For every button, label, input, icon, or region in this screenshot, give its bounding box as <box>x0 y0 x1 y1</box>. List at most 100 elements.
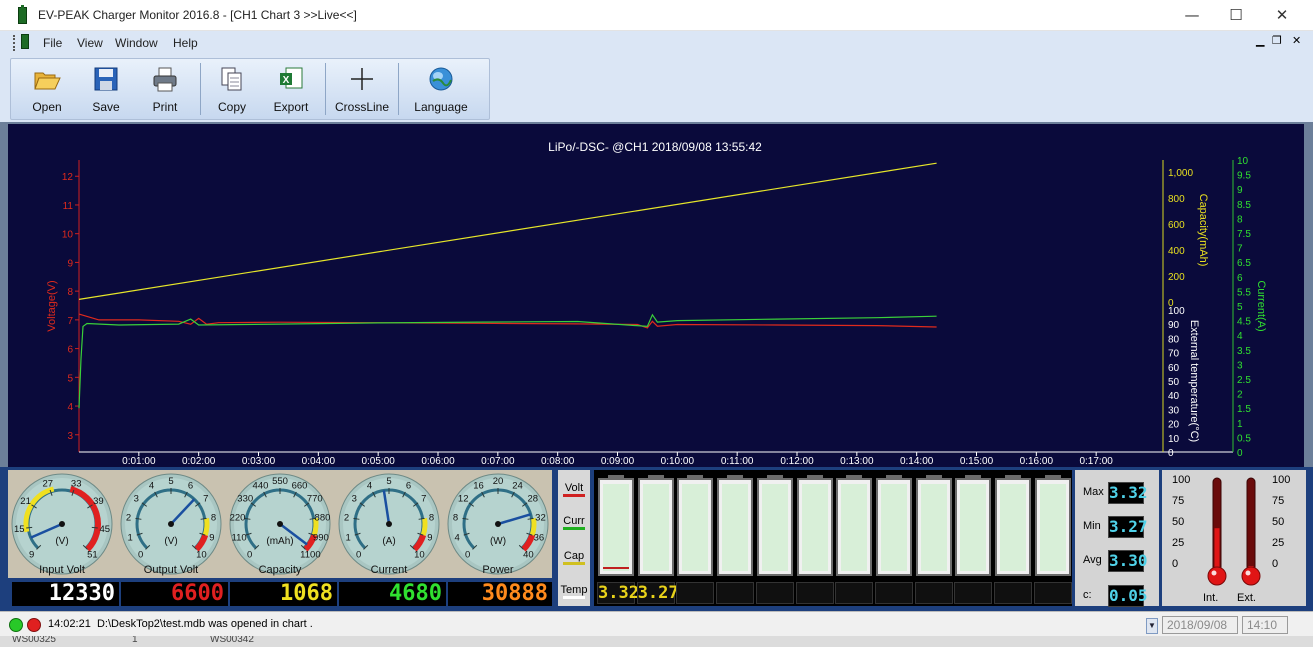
cell-level <box>920 484 947 571</box>
strip-item: WS00342 <box>210 636 254 645</box>
open-button[interactable]: Open <box>17 61 77 117</box>
thermometer-panel: 100 100 75 75 50 50 25 25 0 0 Int. Ext. <box>1162 470 1306 606</box>
gauge-tick-label: 2 <box>126 512 131 523</box>
lcd-readout: 6600 <box>121 582 228 606</box>
save-button[interactable]: Save <box>76 61 136 117</box>
cell-battery-icon <box>598 475 634 576</box>
gauge-tick-label: 40 <box>523 549 534 560</box>
gauge-tick-label: 5 <box>168 476 173 487</box>
legend-label: Cap <box>563 550 585 562</box>
status-dropdown-arrow-icon[interactable]: ▼ <box>1146 618 1158 634</box>
meters-panel: 9 15 21 27 33 39 45 51 (V) Input Volt 0 1 2 3 4 5 6 7 8 9 10… <box>0 467 1313 611</box>
gauge-tick-label: 28 <box>527 494 538 505</box>
gauge-tick-label: 10 <box>414 549 425 560</box>
thermo-right-tick: 100 <box>1272 474 1291 486</box>
thermometer-int-label: Int. <box>1203 592 1219 604</box>
gauge-capacity: 0 110 220 330 440 550 660 770 880 990 1100 (mAh) Cap… <box>226 470 334 578</box>
maximize-button[interactable]: ☐ <box>1214 4 1258 28</box>
cell-level <box>1000 484 1026 571</box>
thermo-left-tick: 25 <box>1172 537 1185 549</box>
cell-battery-icon <box>955 475 992 576</box>
child-minimize-button[interactable]: ▁ <box>1256 34 1264 47</box>
gauge-title: Input Volt <box>39 564 85 576</box>
copy-button[interactable]: Copy <box>203 61 261 117</box>
lcd-readout: 1068 <box>230 582 337 606</box>
current-tick-label: 5.5 <box>1237 287 1251 298</box>
open-label: Open <box>32 100 62 114</box>
gauge-tick-label: 7 <box>421 494 426 505</box>
menu-file[interactable]: File <box>43 36 62 50</box>
stat-label: Avg <box>1083 554 1102 566</box>
gauge-arc <box>420 517 428 536</box>
child-window-icon[interactable] <box>21 34 29 49</box>
temperature-tick-label: 60 <box>1168 363 1180 374</box>
gauge-tick-label: 9 <box>427 532 432 543</box>
temperature-tick-label: 80 <box>1168 334 1180 345</box>
child-restore-button[interactable]: ❐ <box>1272 34 1282 47</box>
voltage-tick-label: 7 <box>67 316 73 327</box>
svg-text:X: X <box>283 75 290 86</box>
current-tick-label: 3 <box>1237 360 1243 371</box>
language-button[interactable]: Language <box>403 61 479 117</box>
x-tick-label: 0:02:00 <box>182 456 216 467</box>
voltage-tick-label: 9 <box>67 258 73 269</box>
export-button[interactable]: X Export <box>262 61 320 117</box>
x-tick-label: 0:11:00 <box>721 456 754 467</box>
title-bar: EV-PEAK Charger Monitor 2016.8 - [CH1 Ch… <box>0 0 1313 31</box>
cell-voltage-readout <box>874 582 913 604</box>
cell-stats-panel: Max 3.32 Min 3.27 Avg 3.30 c: 0.05 <box>1075 470 1159 607</box>
gauge-tick-label: 0 <box>356 549 361 560</box>
print-button[interactable]: Print <box>135 61 195 117</box>
capacity-tick-label: 1,000 <box>1168 168 1193 179</box>
legend-item-temp[interactable]: Temp <box>559 584 589 599</box>
chart-svg[interactable]: LiPo/-DSC- @CH1 2018/09/08 13:55:42 0:01:… <box>8 124 1304 467</box>
gauge-hub <box>59 521 65 527</box>
cell-terminal <box>766 475 783 479</box>
x-tick-label: 0:04:00 <box>302 456 336 467</box>
cell-level <box>722 484 749 571</box>
gauge-title: Current <box>370 564 408 576</box>
lcd-readout: 30888 <box>448 582 552 606</box>
stat-value: 0.05 <box>1108 585 1148 607</box>
gauge-hub <box>386 521 392 527</box>
close-button[interactable]: ✕ <box>1260 4 1304 28</box>
gauge-tick-label: 990 <box>313 532 329 543</box>
capacity-axis-label: Capacity(mAh) <box>1197 194 1209 267</box>
gauge-tick-label: 0 <box>138 549 143 560</box>
crossline-button[interactable]: CrossLine <box>329 61 395 117</box>
chart-frame: LiPo/-DSC- @CH1 2018/09/08 13:55:42 0:01:… <box>0 122 1313 467</box>
menu-grip[interactable] <box>13 35 15 51</box>
cell-voltage-readout: 3.27 <box>636 582 679 604</box>
legend-item-volt[interactable]: Volt <box>559 482 589 497</box>
child-close-button[interactable]: ✕ <box>1292 34 1301 47</box>
thermometer-int-icon <box>1207 477 1227 586</box>
temperature-tick-label: 90 <box>1168 320 1180 331</box>
x-tick-label: 0:09:00 <box>601 456 635 467</box>
cell-terminal <box>846 475 863 479</box>
gauge-tick-label: 0 <box>247 549 252 560</box>
gauge-hub <box>168 521 174 527</box>
current-tick-label: 9 <box>1237 185 1243 196</box>
menu-view[interactable]: View <box>77 36 103 50</box>
cell-terminal <box>647 475 664 479</box>
gauge-tick-label: 4 <box>149 481 154 492</box>
menu-window[interactable]: Window <box>115 36 158 50</box>
current-tick-label: 6 <box>1237 273 1243 284</box>
minimize-button[interactable]: — <box>1170 4 1214 28</box>
cell-battery-icon <box>875 475 912 576</box>
gauge-unit: (V) <box>55 536 68 547</box>
legend-item-curr[interactable]: Curr <box>559 515 589 530</box>
gauge-dial: 0110 220 330440 550 660 770 880 990 1100 (mAh) <box>229 473 331 575</box>
menu-help[interactable]: Help <box>173 36 198 50</box>
save-label: Save <box>92 100 120 114</box>
gauge-dial: 0481216 20 2428323640(W) <box>447 473 549 575</box>
cell-marker <box>603 567 629 569</box>
x-tick-label: 0:01:00 <box>122 456 156 467</box>
legend-item-cap[interactable]: Cap <box>559 550 589 565</box>
chart-panel[interactable]: LiPo/-DSC- @CH1 2018/09/08 13:55:42 0:01:… <box>8 124 1304 467</box>
cell-voltage-readout: 3.32 <box>597 582 639 604</box>
stat-label: Max <box>1083 486 1104 498</box>
gauge-dial: 01 234 5 678 910 (V) <box>120 473 222 575</box>
cell-battery-icon <box>756 475 793 576</box>
capacity-tick-label: 400 <box>1168 246 1185 257</box>
